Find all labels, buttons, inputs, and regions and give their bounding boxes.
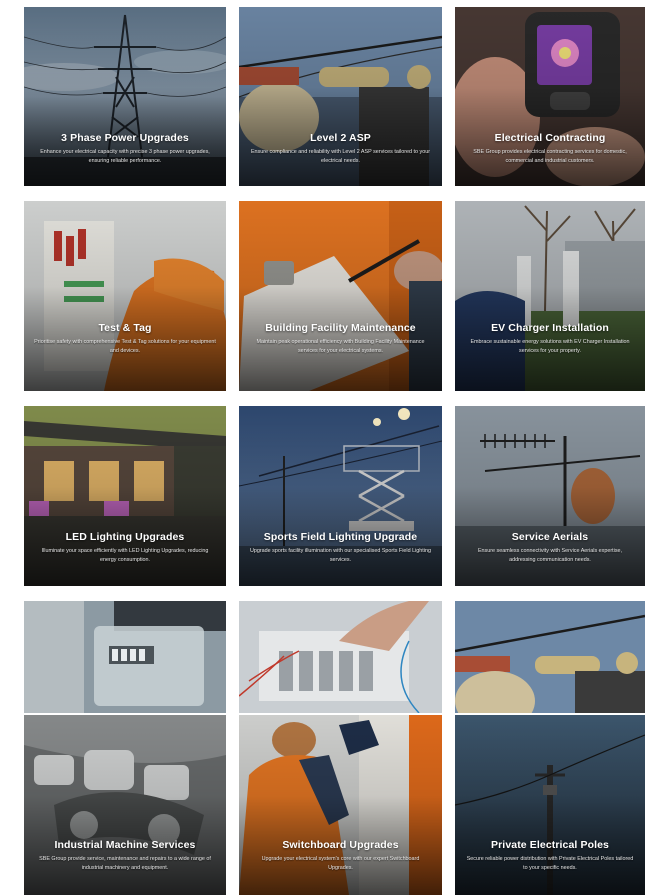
lineworker-photo bbox=[455, 601, 645, 713]
service-title: 3 Phase Power Upgrades bbox=[61, 132, 189, 144]
service-title: Private Electrical Poles bbox=[491, 839, 609, 851]
service-card-building-facility[interactable]: Building Facility Maintenance Maintain p… bbox=[239, 201, 442, 391]
service-card-electrical-contracting[interactable]: Electrical Contracting SBE Group provide… bbox=[455, 7, 645, 186]
service-title: Electrical Contracting bbox=[494, 132, 606, 144]
service-card-ev-charger[interactable]: EV Charger Installation Embrace sustaina… bbox=[455, 201, 645, 391]
service-card-sports-field[interactable]: Sports Field Lighting Upgrade Upgrade sp… bbox=[239, 406, 442, 586]
service-title: Industrial Machine Services bbox=[54, 839, 196, 851]
service-card-3-phase[interactable]: 3 Phase Power Upgrades Enhance your elec… bbox=[24, 7, 226, 186]
service-description: Upgrade sports facility illumination wit… bbox=[250, 548, 431, 563]
wiring-photo bbox=[239, 601, 442, 713]
service-description: Enhance your electrical capacity with pr… bbox=[40, 149, 210, 164]
service-description: Illuminate your space efficiently with L… bbox=[41, 548, 209, 563]
service-description: Ensure seamless connectivity with Servic… bbox=[477, 548, 623, 563]
service-title: Sports Field Lighting Upgrade bbox=[263, 531, 418, 543]
service-description: Ensure compliance and reliability with L… bbox=[250, 149, 431, 164]
wiring-panel-icon bbox=[239, 601, 442, 713]
service-card-led-lighting[interactable]: LED Lighting Upgrades Illuminate your sp… bbox=[24, 406, 226, 586]
service-description: Prioritise safety with comprehensive Tes… bbox=[34, 339, 216, 354]
service-title: Building Facility Maintenance bbox=[265, 322, 416, 334]
service-card-service-aerials[interactable]: Service Aerials Ensure seamless connecti… bbox=[455, 406, 645, 586]
service-title: LED Lighting Upgrades bbox=[65, 531, 185, 543]
service-title: Test & Tag bbox=[98, 322, 152, 334]
meter-photo bbox=[24, 601, 226, 713]
electric-meter-icon bbox=[24, 601, 226, 713]
service-title: EV Charger Installation bbox=[491, 322, 609, 334]
service-card-test-tag[interactable]: Test & Tag Prioritise safety with compre… bbox=[24, 201, 226, 391]
service-title: Service Aerials bbox=[511, 531, 589, 543]
service-title: Switchboard Upgrades bbox=[282, 839, 399, 851]
service-description: SBE Group provides electrical contractin… bbox=[473, 149, 627, 164]
lineworker-icon bbox=[455, 601, 645, 713]
service-description: SBE Group provide service, maintenance a… bbox=[39, 856, 211, 871]
service-description: Maintain peak operational efficiency wit… bbox=[256, 339, 425, 354]
service-card-switchboard[interactable]: Switchboard Upgrades Upgrade your electr… bbox=[239, 715, 442, 895]
service-card-industrial-machine[interactable]: Industrial Machine Services SBE Group pr… bbox=[24, 715, 226, 895]
service-card-level-2-asp[interactable]: Level 2 ASP Ensure compliance and reliab… bbox=[239, 7, 442, 186]
service-card-private-poles[interactable]: Private Electrical Poles Secure reliable… bbox=[455, 715, 645, 895]
service-description: Embrace sustainable energy solutions wit… bbox=[470, 339, 630, 354]
service-description: Upgrade your electrical system's core wi… bbox=[261, 856, 420, 871]
service-title: Level 2 ASP bbox=[310, 132, 371, 144]
service-description: Secure reliable power distribution with … bbox=[466, 856, 634, 871]
